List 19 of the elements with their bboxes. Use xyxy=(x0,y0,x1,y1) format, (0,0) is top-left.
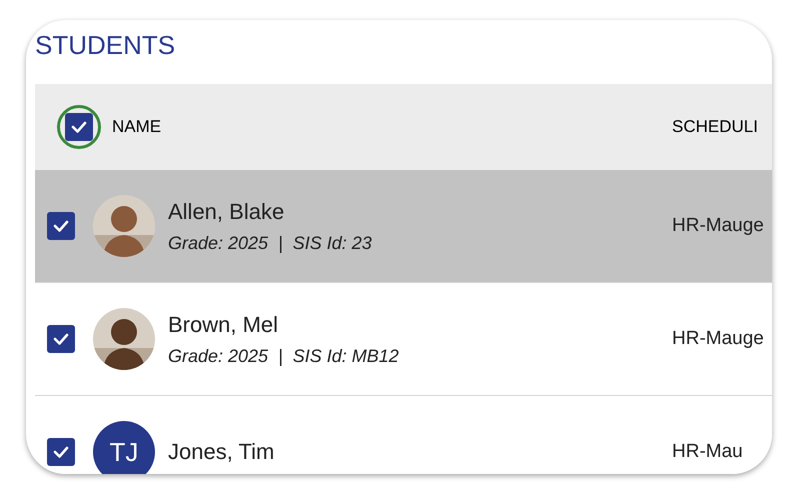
checkbox[interactable] xyxy=(65,113,93,141)
student-name: Brown, Mel xyxy=(168,312,280,338)
student-row[interactable]: Brown, Mel Grade: 2025 | SIS Id: MB12 HR-Mauge xyxy=(35,283,772,396)
student-row[interactable]: TJ Jones, Tim HR-Mau xyxy=(35,396,772,474)
page-title: STUDENTS xyxy=(35,29,176,62)
checkbox[interactable] xyxy=(47,212,75,240)
student-details: Grade: 2025 | SIS Id: 23 xyxy=(168,232,373,254)
schedule-cell-text: HR-Mauge xyxy=(672,328,765,350)
checkbox[interactable] xyxy=(47,438,75,466)
schedule-cell-text: HR-Mauge xyxy=(672,215,765,237)
avatar-initials: TJ xyxy=(93,421,155,474)
column-header[interactable]: NAME xyxy=(112,117,672,137)
checkbox[interactable] xyxy=(47,325,75,353)
student-name: Jones, Tim xyxy=(168,439,276,465)
schedule-cell-text: HR-Mau xyxy=(672,441,744,463)
student-name: Allen, Blake xyxy=(168,198,286,224)
student-row[interactable]: Allen, Blake Grade: 2025 | SIS Id: 23 HR-Mauge xyxy=(35,170,772,283)
student-details: Grade: 2025 | SIS Id: MB12 xyxy=(168,346,400,366)
column-header[interactable]: SCHEDULI xyxy=(672,117,772,137)
